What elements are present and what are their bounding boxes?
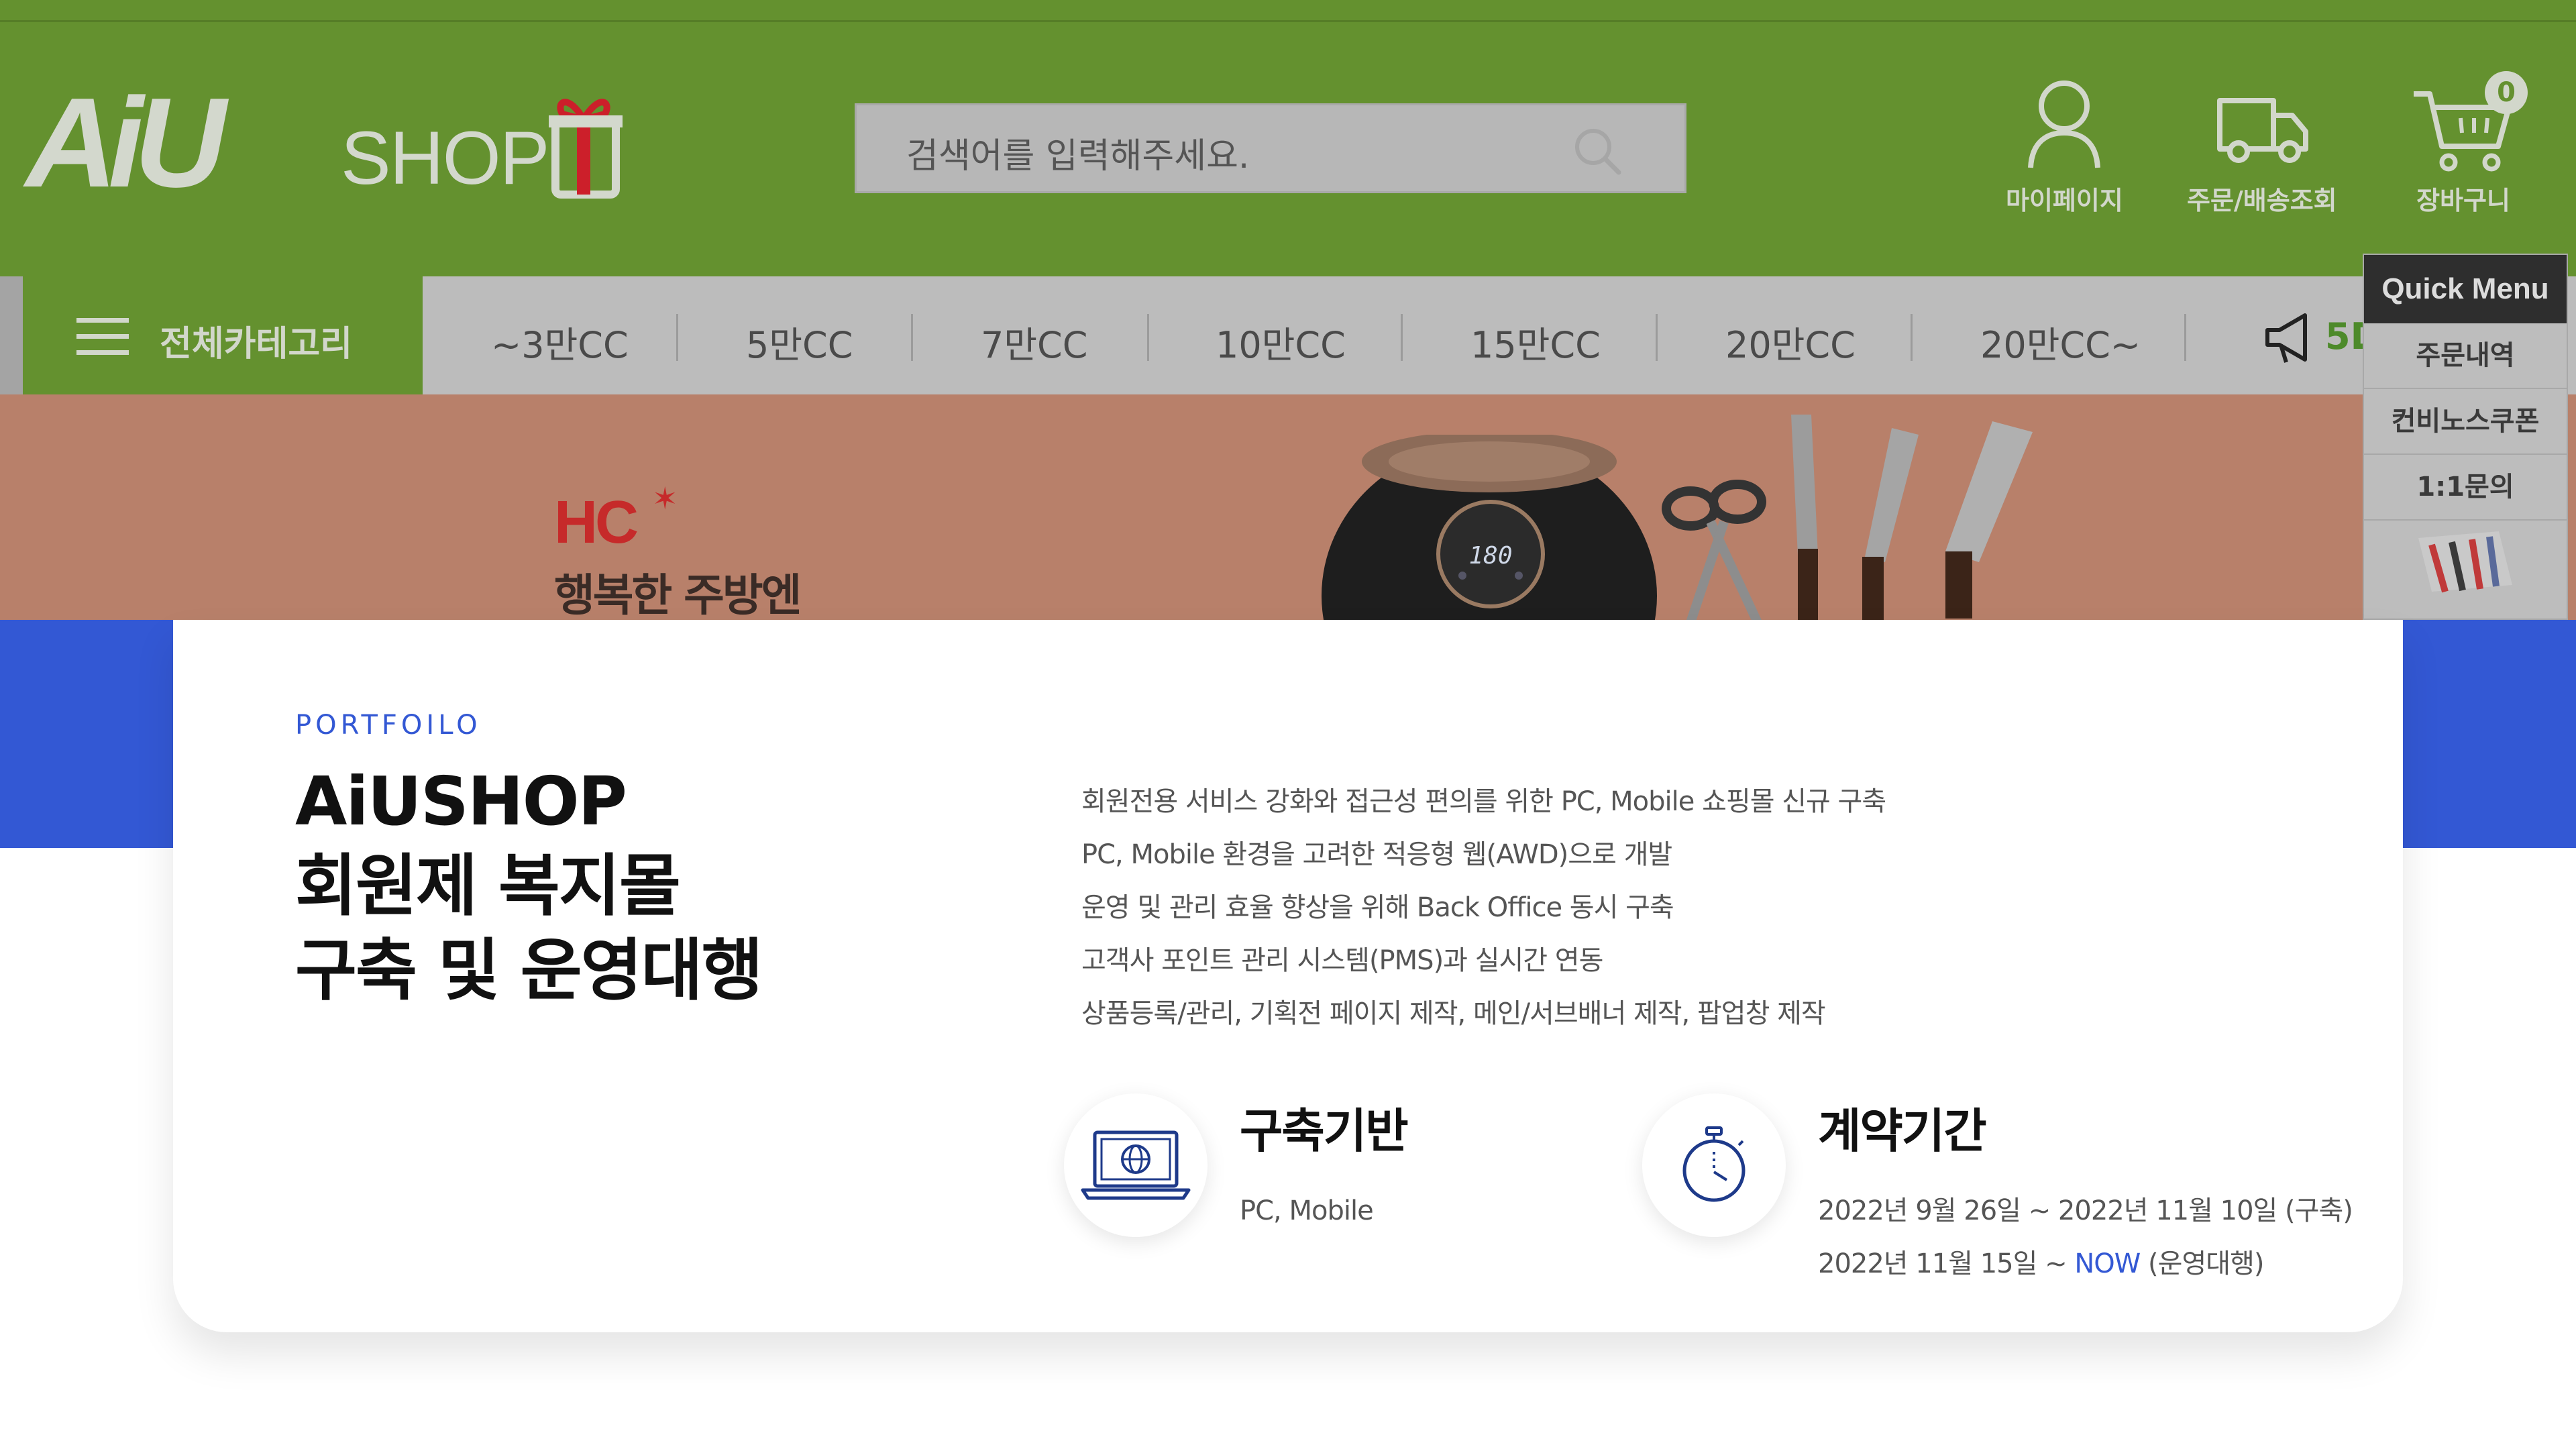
nav-edge [0, 276, 23, 394]
search-input[interactable]: 검색어를 입력해주세요. [855, 103, 1686, 193]
now-label: NOW [2074, 1248, 2141, 1279]
nav-divider [911, 314, 913, 361]
description-line: 상품등록/관리, 기획전 페이지 제작, 메인/서브배너 제작, 팝업창 제작 [1081, 998, 1826, 1029]
description-line: PC, Mobile 환경을 고려한 적응형 웹(AWD)으로 개발 [1081, 839, 1672, 870]
nav-item-15man[interactable]: 15만CC [1470, 315, 1601, 368]
order-tracking-button[interactable]: 주문/배송조회 [2187, 74, 2337, 217]
project-description: 회원전용 서비스 강화와 접근성 편의를 위한 PC, Mobile 쇼핑몰 신… [1081, 775, 1886, 1040]
cart-button[interactable]: 0 장바구니 [2410, 71, 2528, 217]
contract-start: 2022년 11월 15일 ~ [1818, 1248, 2075, 1279]
air-fryer-image: 180 [1322, 435, 1657, 620]
nav-item-20man[interactable]: 20만CC [1725, 315, 1856, 368]
gift-icon [549, 99, 623, 199]
cart-count-badge: 0 [2485, 71, 2528, 114]
search-placeholder: 검색어를 입력해주세요. [906, 136, 1250, 176]
nav-divider [1401, 314, 1403, 361]
contract-title: 계약기간 [1818, 1104, 1987, 1159]
nav-divider [1656, 314, 1658, 361]
platform-icon-circle [1064, 1093, 1208, 1237]
truck-icon [2216, 98, 2308, 163]
stopwatch-icon [1682, 1126, 1746, 1202]
laptop-globe-icon [1081, 1130, 1191, 1200]
promo-banner[interactable]: HC ✶ 행복한 주방엔 180 [0, 394, 2576, 620]
logo-mark: AiU [25, 72, 226, 214]
nav-item-10man[interactable]: 10만CC [1216, 315, 1346, 368]
description-line: 운영 및 관리 효율 향상을 위해 Back Office 동시 구축 [1081, 892, 1674, 923]
menu-icon [76, 318, 129, 356]
portfolio-card: PORTFOILO AiUSHOP 회원제 복지몰 구축 및 운영대행 회원전용… [173, 620, 2403, 1332]
all-category-button[interactable]: 전체카테고리 [23, 276, 423, 394]
nav-item-20man-plus[interactable]: 20만CC~ [1980, 315, 2141, 368]
platform-title: 구축기반 [1240, 1104, 1409, 1159]
contract-icon-circle [1642, 1093, 1786, 1237]
header-top-line [0, 20, 2576, 22]
all-category-label: 전체카테고리 [160, 324, 353, 364]
contract-period-build: 2022년 9월 26일 ~ 2022년 11월 10일 (구축) [1818, 1195, 2353, 1226]
nav-item-3man[interactable]: ~3만CC [491, 315, 629, 368]
user-icon [2028, 80, 2101, 168]
contract-type: (운영대행) [2140, 1248, 2264, 1279]
page: AiU SHOP 검색어를 입력해주세요. 마이페이지 주문/배송조회 0 장바… [0, 0, 2576, 1449]
shopping-cart-thumbnail[interactable] [2405, 525, 2526, 605]
order-tracking-label: 주문/배송조회 [2187, 186, 2337, 215]
shop-logo[interactable]: AiU SHOP [25, 74, 629, 208]
nav-divider [1911, 314, 1913, 361]
quick-menu-inquiry[interactable]: 1:1문의 [2364, 455, 2567, 521]
banner-brand: HC [554, 489, 639, 556]
project-title-line: 구축 및 운영대행 [295, 931, 763, 1010]
nav-item-7man[interactable]: 7만CC [981, 315, 1087, 368]
banner-tagline: 행복한 주방엔 [554, 570, 802, 620]
category-nav: 전체카테고리 ~3만CC 5만CC 7만CC 10만CC 15만CC 20만CC… [0, 276, 2576, 394]
knife-set-image [1662, 415, 2033, 620]
nav-item-5man[interactable]: 5만CC [746, 315, 853, 368]
mypage-label: 마이페이지 [2006, 186, 2123, 215]
quick-menu-orders[interactable]: 주문내역 [2364, 323, 2567, 389]
nav-divider [676, 314, 678, 361]
search-icon[interactable] [1570, 124, 1624, 178]
quick-menu: Quick Menu 주문내역 컨비노스쿠폰 1:1문의 [2363, 254, 2568, 620]
megaphone-icon[interactable] [2261, 307, 2321, 368]
quick-menu-title: Quick Menu [2364, 255, 2567, 323]
section-eyebrow: PORTFOILO [295, 710, 482, 741]
project-title: AiUSHOP 회원제 복지몰 구축 및 운영대행 [295, 759, 763, 1013]
contract-period-operation: 2022년 11월 15일 ~ NOW (운영대행) [1818, 1238, 2264, 1291]
logo-wordmark: SHOP [341, 116, 549, 200]
description-line: 회원전용 서비스 강화와 접근성 편의를 위한 PC, Mobile 쇼핑몰 신… [1081, 786, 1886, 817]
nav-divider [1147, 314, 1149, 361]
shop-header: AiU SHOP 검색어를 입력해주세요. 마이페이지 주문/배송조회 0 장바… [0, 0, 2576, 276]
mypage-button[interactable]: 마이페이지 [2006, 74, 2123, 217]
project-title-line: 회원제 복지몰 [295, 847, 681, 925]
cart-label: 장바구니 [2416, 186, 2510, 215]
quick-menu-coupon[interactable]: 컨비노스쿠폰 [2364, 389, 2567, 455]
description-line: 고객사 포인트 관리 시스템(PMS)과 실시간 연동 [1081, 945, 1603, 976]
nav-divider [2184, 314, 2186, 361]
svg-text:180: 180 [1468, 542, 1512, 570]
project-title-line: AiUSHOP [295, 762, 627, 841]
sparkle-icon: ✶ [652, 480, 678, 517]
platform-value: PC, Mobile [1240, 1195, 1374, 1226]
